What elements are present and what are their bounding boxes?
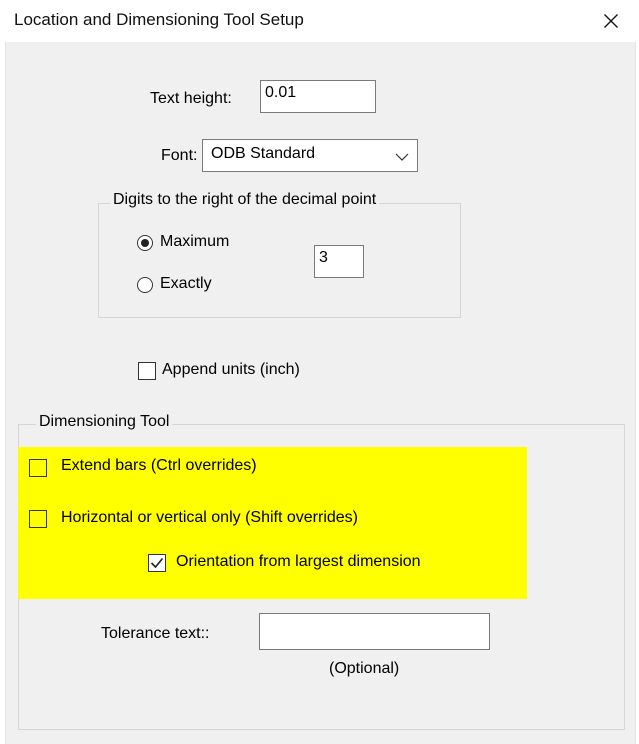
text-height-label: Text height:: [150, 90, 232, 107]
font-label: Font:: [161, 147, 198, 164]
text-height-input[interactable]: 0.01: [260, 80, 376, 113]
tolerance-label: Tolerance text::: [101, 625, 210, 642]
append-units-label[interactable]: Append units (inch): [162, 361, 300, 379]
extend-bars-checkbox[interactable]: [29, 459, 47, 477]
horizontal-vertical-label[interactable]: Horizontal or vertical only (Shift overr…: [61, 509, 358, 527]
dimensioning-group-title: Dimensioning Tool: [36, 413, 173, 431]
dialog-client-area: Text height: 0.01 Font: ODB Standard Dig…: [5, 42, 636, 744]
digits-groupbox: [98, 203, 461, 318]
orientation-checkbox[interactable]: [148, 554, 166, 572]
exactly-radio-label[interactable]: Exactly: [160, 275, 212, 293]
close-button[interactable]: [591, 4, 631, 38]
tolerance-hint: (Optional): [329, 660, 400, 677]
maximum-radio-label[interactable]: Maximum: [160, 233, 229, 251]
append-units-checkbox[interactable]: [138, 362, 156, 380]
extend-bars-label[interactable]: Extend bars (Ctrl overrides): [61, 457, 257, 475]
title-bar: Location and Dimensioning Tool Setup: [0, 0, 639, 42]
tolerance-input[interactable]: [259, 613, 490, 650]
horizontal-vertical-checkbox[interactable]: [29, 510, 47, 528]
digits-input[interactable]: 3: [314, 245, 364, 278]
window-title: Location and Dimensioning Tool Setup: [14, 10, 304, 29]
chevron-down-icon: [395, 149, 409, 167]
checkmark-icon: [150, 557, 164, 569]
orientation-label[interactable]: Orientation from largest dimension: [176, 553, 421, 571]
digits-group-title: Digits to the right of the decimal point: [110, 191, 380, 209]
font-select-value: ODB Standard: [211, 145, 316, 162]
close-icon: [604, 14, 618, 28]
exactly-radio[interactable]: [137, 277, 153, 293]
maximum-radio[interactable]: [137, 235, 153, 251]
font-select[interactable]: ODB Standard: [202, 139, 418, 172]
